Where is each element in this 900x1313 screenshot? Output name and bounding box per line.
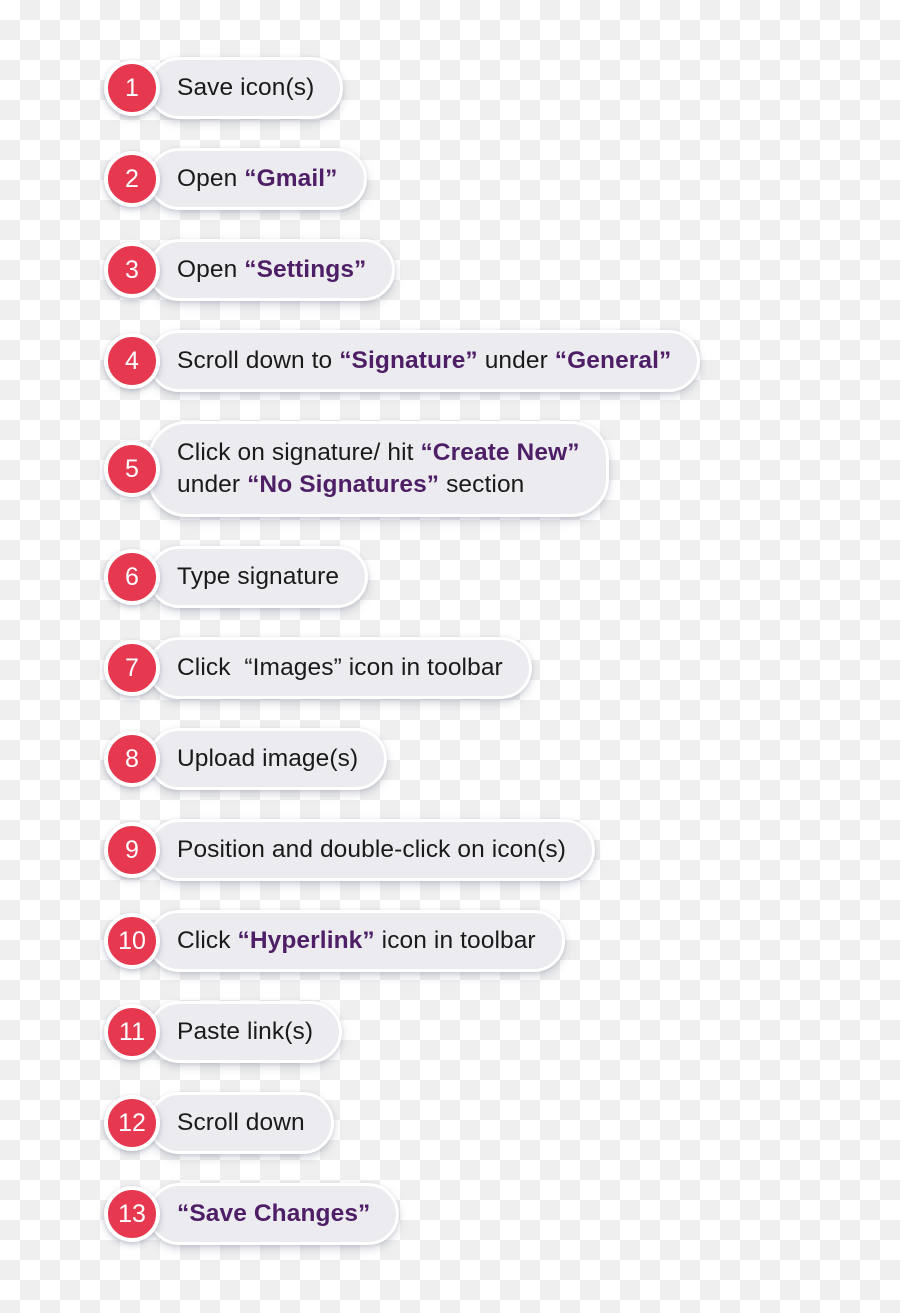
plain-text: under [477, 347, 555, 374]
step-number-badge: 11 [104, 1004, 160, 1060]
step-text: Open “Gmail” [177, 162, 338, 196]
plain-text: Paste link(s) [177, 1018, 314, 1045]
step-text: Save icon(s) [177, 71, 314, 105]
step-row: 9 Position and double-click on icon(s) [104, 817, 595, 883]
step-text-line: Type signature [177, 563, 339, 590]
step-pill: Scroll down [148, 1092, 334, 1154]
step-number-badge: 2 [104, 151, 160, 207]
step-text: Upload image(s) [177, 742, 358, 776]
plain-text: under [177, 471, 248, 498]
step-number-badge: 8 [104, 731, 160, 787]
step-text-line: Scroll down [177, 1109, 305, 1136]
plain-text: Click “Images” icon in toolbar [177, 654, 503, 681]
step-text-line: Click on signature/ hit “Create New” [177, 437, 580, 469]
plain-text: section [439, 471, 525, 498]
step-row: 10 Click “Hyperlink” icon in toolbar [104, 908, 565, 974]
step-text: Type signature [177, 560, 339, 594]
step-text: Open “Settings” [177, 253, 366, 287]
step-row: 6 Type signature [104, 544, 369, 610]
emphasis-text: “Signature” [339, 347, 478, 374]
step-text: Paste link(s) [177, 1015, 313, 1049]
plain-text: Upload image(s) [177, 745, 359, 772]
emphasis-text: “Save Changes” [177, 1200, 371, 1227]
plain-text: Position and double-click on icon(s) [177, 836, 566, 863]
step-text-line: Open “Gmail” [177, 165, 338, 192]
step-number-badge: 3 [104, 242, 160, 298]
step-pill: “Save Changes” [148, 1183, 400, 1245]
step-pill: Open “Settings” [148, 239, 396, 301]
step-text: Scroll down to “Signature” under “Genera… [177, 344, 671, 378]
step-pill: Click on signature/ hit “Create New” unde… [148, 421, 609, 517]
step-row: 1 Save icon(s) [104, 55, 344, 121]
step-number-badge: 7 [104, 640, 160, 696]
step-text-line: Click “Hyperlink” icon in toolbar [177, 927, 536, 954]
step-number-badge: 4 [104, 333, 160, 389]
emphasis-text: “Gmail” [244, 165, 338, 192]
step-row: 11 Paste link(s) [104, 999, 343, 1065]
step-text: Position and double-click on icon(s) [177, 833, 566, 867]
step-text: “Save Changes” [177, 1197, 370, 1231]
step-number-badge: 9 [104, 822, 160, 878]
step-text: Scroll down [177, 1106, 305, 1140]
step-number-badge: 13 [104, 1186, 160, 1242]
step-text-line: Paste link(s) [177, 1018, 313, 1045]
plain-text: Click on signature/ hit [177, 439, 421, 466]
step-text: Click “Images” icon in toolbar [177, 651, 503, 685]
emphasis-text: “Create New” [420, 439, 580, 466]
plain-text: icon in toolbar [374, 927, 536, 954]
plain-text: Type signature [177, 563, 340, 590]
plain-text: Click [177, 927, 238, 954]
step-text-line: Open “Settings” [177, 256, 366, 283]
step-number-badge: 5 [104, 441, 160, 497]
step-pill: Upload image(s) [148, 728, 388, 790]
plain-text: Open [177, 165, 245, 192]
step-row: 3 Open “Settings” [104, 237, 396, 303]
step-text-line: Position and double-click on icon(s) [177, 836, 566, 863]
plain-text: Save icon(s) [177, 74, 315, 101]
step-text-line: Click “Images” icon in toolbar [177, 654, 503, 681]
plain-text: Open [177, 256, 245, 283]
step-row: 12 Scroll down [104, 1090, 334, 1156]
step-pill: Paste link(s) [148, 1001, 343, 1063]
step-pill: Click “Images” icon in toolbar [148, 637, 532, 699]
step-pill: Save icon(s) [148, 57, 344, 119]
step-text-line: Scroll down to “Signature” under “Genera… [177, 347, 671, 374]
step-text-line: under “No Signatures” section [177, 469, 580, 501]
emphasis-text: “Settings” [244, 256, 367, 283]
step-row: 4 Scroll down to “Signature” under “Gener… [104, 328, 701, 394]
step-text: Click on signature/ hit “Create New” unde… [177, 437, 580, 501]
step-pill: Scroll down to “Signature” under “Genera… [148, 330, 701, 392]
step-row: 8 Upload image(s) [104, 726, 388, 792]
step-number-badge: 10 [104, 913, 160, 969]
step-pill: Type signature [148, 546, 369, 608]
step-number-badge: 1 [104, 60, 160, 116]
step-pill: Open “Gmail” [148, 148, 367, 210]
step-pill: Position and double-click on icon(s) [148, 819, 595, 881]
step-text-line: Save icon(s) [177, 74, 314, 101]
step-text-line: Upload image(s) [177, 745, 358, 772]
emphasis-text: “General” [554, 347, 672, 374]
plain-text: Scroll down to [177, 347, 340, 374]
emphasis-text: “No Signatures” [247, 471, 440, 498]
step-row: 5 Click on signature/ hit “Create New” und… [104, 419, 609, 519]
emphasis-text: “Hyperlink” [237, 927, 375, 954]
step-row: 13 “Save Changes” [104, 1181, 400, 1247]
plain-text: Scroll down [177, 1109, 305, 1136]
step-text: Click “Hyperlink” icon in toolbar [177, 924, 536, 958]
step-row: 2 Open “Gmail” [104, 146, 367, 212]
step-number-badge: 6 [104, 549, 160, 605]
step-pill: Click “Hyperlink” icon in toolbar [148, 910, 565, 972]
step-row: 7 Click “Images” icon in toolbar [104, 635, 532, 701]
step-text-line: “Save Changes” [177, 1200, 370, 1227]
step-number-badge: 12 [104, 1095, 160, 1151]
